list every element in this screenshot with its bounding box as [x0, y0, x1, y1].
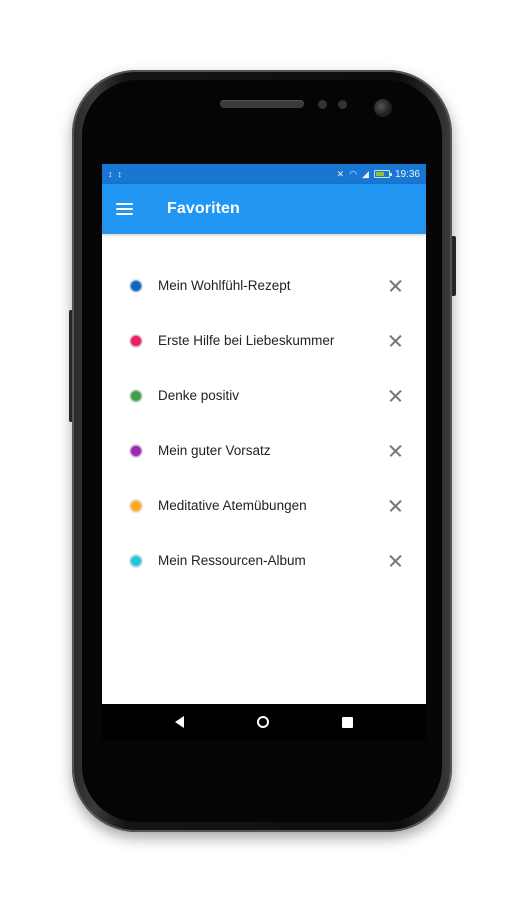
status-time: 19:36 — [394, 168, 420, 180]
favorite-label[interactable]: Mein Ressourcen-Album — [158, 553, 384, 568]
status-right: ✕ ◠ ◢ 19:36 — [337, 169, 420, 180]
light-sensor — [338, 100, 347, 109]
usb-icon: ↕ — [117, 168, 123, 179]
color-dot-icon — [130, 444, 142, 457]
list-item[interactable]: Meditative Atemübungen — [102, 478, 426, 533]
app-screen: ↕ ↕ ✕ ◠ ◢ 19:36 Favoriten Mein Wohlfühl-… — [102, 164, 426, 740]
page-title: Favoriten — [167, 200, 240, 217]
mute-icon: ✕ — [336, 168, 345, 179]
list-item[interactable]: Mein Ressourcen-Album — [102, 533, 426, 588]
usb-debug-icon: ↕ — [108, 168, 113, 179]
close-icon[interactable] — [384, 440, 406, 462]
color-dot-icon — [130, 389, 142, 402]
color-dot-icon — [130, 499, 142, 512]
earpiece-speaker — [220, 100, 304, 108]
list-item[interactable]: Mein Wohlfühl-Rezept — [102, 258, 426, 313]
favorite-label[interactable]: Erste Hilfe bei Liebeskummer — [158, 333, 384, 348]
favorite-label[interactable]: Denke positiv — [158, 388, 384, 403]
color-dot-icon — [130, 279, 142, 292]
close-icon[interactable] — [384, 330, 406, 352]
proximity-sensor — [318, 100, 327, 109]
list-item[interactable]: Mein guter Vorsatz — [102, 423, 426, 478]
status-left: ↕ ↕ — [108, 168, 123, 179]
color-dot-icon — [130, 334, 142, 347]
front-camera — [374, 99, 392, 117]
close-icon[interactable] — [384, 495, 406, 517]
app-bar: Favoriten — [102, 184, 426, 234]
system-navigation-bar — [102, 704, 426, 740]
color-dot-icon — [130, 554, 142, 567]
hamburger-menu-icon[interactable] — [116, 197, 140, 221]
signal-icon: ◢ — [362, 168, 369, 179]
list-item[interactable]: Erste Hilfe bei Liebeskummer — [102, 313, 426, 368]
favorite-label[interactable]: Mein guter Vorsatz — [158, 443, 384, 458]
list-item[interactable]: Denke positiv — [102, 368, 426, 423]
favorite-label[interactable]: Mein Wohlfühl-Rezept — [158, 278, 384, 293]
back-icon[interactable] — [174, 716, 184, 728]
favorite-label[interactable]: Meditative Atemübungen — [158, 498, 384, 513]
close-icon[interactable] — [384, 550, 406, 572]
device-mockup: ↕ ↕ ✕ ◠ ◢ 19:36 Favoriten Mein Wohlfühl-… — [0, 0, 519, 900]
battery-icon — [373, 170, 392, 178]
status-bar: ↕ ↕ ✕ ◠ ◢ 19:36 — [102, 164, 426, 184]
close-icon[interactable] — [384, 275, 406, 297]
recent-apps-icon[interactable] — [342, 716, 354, 728]
close-icon[interactable] — [384, 385, 406, 407]
home-icon[interactable] — [256, 716, 269, 728]
wifi-icon: ◠ — [349, 168, 358, 179]
favorites-list: Mein Wohlfühl-Rezept Erste Hilfe bei Lie… — [102, 258, 426, 588]
